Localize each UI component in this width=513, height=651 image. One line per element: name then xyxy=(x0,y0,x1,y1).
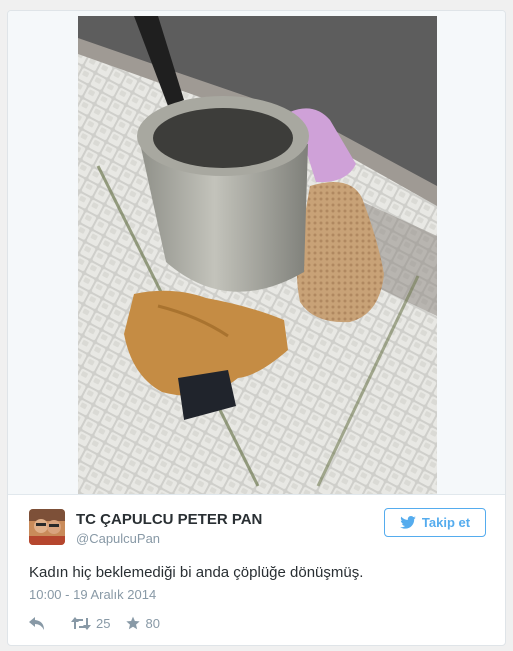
favorite-button[interactable]: 80 xyxy=(126,615,160,631)
tweet-photo[interactable] xyxy=(78,16,437,494)
media-divider xyxy=(8,494,505,495)
reply-button[interactable] xyxy=(29,616,45,630)
follow-label: Takip et xyxy=(421,515,471,530)
tweet-media[interactable] xyxy=(8,11,505,494)
display-name[interactable]: TC ÇAPULCU PETER PAN xyxy=(76,511,262,528)
favorite-count: 80 xyxy=(145,615,160,631)
tweet-timestamp[interactable]: 10:00 - 19 Aralık 2014 xyxy=(29,587,156,602)
tweet-text: Kadın hiç beklemediği bi anda çöplüğe dö… xyxy=(29,564,364,581)
star-icon xyxy=(126,616,141,630)
user-handle[interactable]: @CapulcuPan xyxy=(76,531,160,546)
tweet-actions: 25 80 xyxy=(29,614,160,632)
tweet-card: TC ÇAPULCU PETER PAN @CapulcuPan Takip e… xyxy=(7,10,506,646)
retweet-count: 25 xyxy=(96,615,111,631)
reply-icon xyxy=(29,616,44,630)
retweet-button[interactable]: 25 xyxy=(71,616,110,631)
follow-button[interactable]: Takip et xyxy=(384,508,486,537)
retweet-icon xyxy=(71,616,91,630)
twitter-bird-icon xyxy=(400,516,416,529)
avatar[interactable] xyxy=(29,509,65,545)
